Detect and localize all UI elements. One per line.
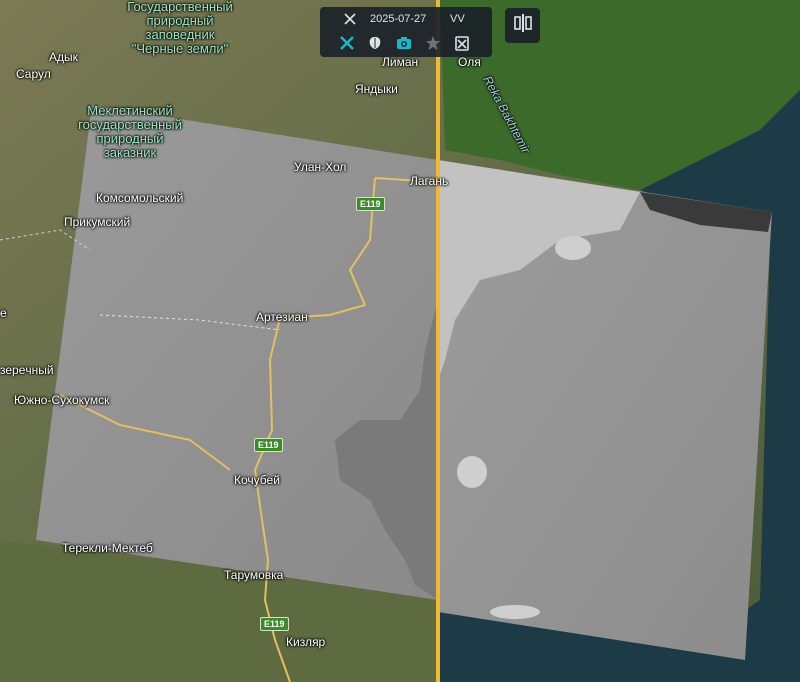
satellite-active-icon[interactable]: [337, 33, 357, 53]
label-yuzhno-sukhokumsk: Южно-Сухокумск: [14, 393, 110, 407]
label-komsomolsky: Комсомольский: [96, 191, 184, 205]
label-sarul: Сарул: [16, 67, 51, 81]
camera-icon[interactable]: [394, 33, 414, 53]
satellite-icon[interactable]: [340, 9, 360, 29]
label-artezian: Артезиан: [256, 310, 308, 324]
compare-divider-line[interactable]: [436, 0, 440, 682]
date-label: 2025-07-27: [370, 13, 427, 25]
sar-overlay-left: [36, 105, 438, 600]
label-tarumovka: Тарумовка: [224, 568, 284, 582]
label-liman: Лиман: [382, 55, 419, 69]
star-icon[interactable]: [423, 33, 443, 53]
label-reserve-black-lands: Государственный природный заповедник "Че…: [127, 0, 233, 56]
label-terekli-mekteb: Терекли-Мектеб: [62, 541, 153, 555]
label-adyk: Адык: [49, 50, 78, 64]
clipboard-icon[interactable]: [452, 33, 472, 53]
label-lagan: Лагань: [410, 174, 449, 188]
label-kochubey: Кочубей: [234, 473, 280, 487]
label-yandyki: Яндыки: [355, 82, 398, 96]
polarization-label[interactable]: VV: [450, 13, 465, 25]
label-prikumsky: Прикумский: [64, 215, 131, 229]
label-olya: Оля: [458, 55, 481, 69]
label-kizlyar: Кизляр: [286, 635, 326, 649]
split-compare-icon: [512, 12, 534, 39]
sar-island-1: [555, 236, 591, 260]
imagery-toolbar: 2025-07-27 VV: [320, 7, 492, 57]
label-ulan-khol: Улан-Хол: [294, 160, 347, 174]
sar-island-2: [457, 456, 487, 488]
label-meklet-reserve: Меклетинский государственный природный з…: [78, 103, 182, 160]
road-badge-e119: E119: [260, 617, 289, 631]
label-ozerechny: зерeчный: [0, 363, 54, 377]
sar-island-3: [490, 605, 540, 619]
compare-split-button[interactable]: [505, 8, 540, 43]
brain-icon[interactable]: [365, 33, 385, 53]
label-left-edge-e: е: [0, 306, 7, 320]
road-badge-e119: E119: [356, 197, 385, 211]
road-badge-e119: E119: [254, 438, 283, 452]
